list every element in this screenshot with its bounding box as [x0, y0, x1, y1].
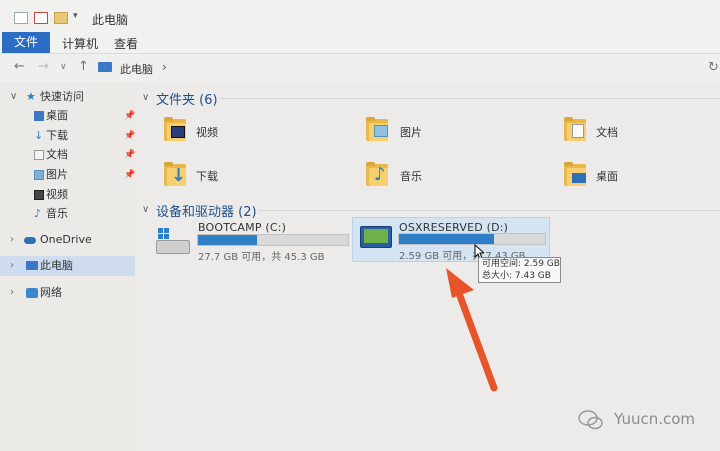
watermark-text: Yuucn.com — [614, 410, 696, 428]
desktop-folder-icon[interactable] — [564, 162, 586, 186]
folders-collapse-icon[interactable]: ∨ — [142, 92, 149, 103]
nav-downloads-label: 下载 — [46, 129, 68, 142]
nav-network-label: 网络 — [40, 286, 62, 299]
documents-folder-icon[interactable] — [564, 117, 586, 141]
chevron-right-icon[interactable]: › — [10, 256, 14, 276]
folder-label[interactable]: 下载 — [196, 168, 218, 184]
folders-divider — [220, 98, 720, 99]
drive-d-usage-bar — [398, 233, 546, 245]
desktop-icon — [34, 111, 44, 121]
drive-c-usage-bar — [197, 234, 349, 246]
customize-toolbar-icon[interactable]: ▾ — [73, 11, 78, 21]
recent-chevron-down-icon[interactable]: ∨ — [60, 60, 67, 74]
devices-divider — [258, 210, 720, 211]
nav-pictures[interactable]: 图片 📌 — [0, 165, 138, 185]
network-icon — [26, 288, 38, 298]
nav-onedrive[interactable]: › OneDrive — [0, 230, 138, 250]
tab-file[interactable]: 文件 — [2, 32, 50, 53]
chevron-right-icon[interactable]: › — [10, 230, 14, 250]
up-arrow-icon[interactable]: ↑ — [78, 60, 89, 74]
tab-computer[interactable]: 计算机 — [62, 35, 98, 52]
drive-c-name[interactable]: BOOTCAMP (C:) — [198, 221, 286, 234]
folder-label[interactable]: 桌面 — [596, 168, 618, 184]
video-icon — [34, 190, 44, 200]
window-icon[interactable] — [14, 12, 28, 24]
forward-arrow-icon[interactable]: → — [38, 60, 49, 74]
window-title: 此电脑 — [92, 13, 129, 27]
folder-label[interactable]: 文档 — [596, 124, 618, 140]
address-separator[interactable]: › — [162, 60, 167, 74]
nav-onedrive-label: OneDrive — [40, 233, 92, 246]
drive-c-free-text: 27.7 GB 可用，共 45.3 GB — [198, 252, 325, 263]
nav-videos[interactable]: 视频 — [0, 185, 138, 205]
chevron-right-icon[interactable]: › — [10, 283, 14, 303]
nav-network[interactable]: › 网络 — [0, 283, 138, 303]
star-icon: ★ — [26, 90, 36, 103]
pin-icon[interactable]: 📌 — [124, 165, 135, 185]
drive-c-usage-fill — [198, 235, 257, 245]
nav-documents-label: 文档 — [46, 148, 68, 161]
folder-label[interactable]: 音乐 — [400, 168, 422, 184]
chevron-down-icon[interactable]: ∨ — [10, 87, 17, 107]
back-arrow-icon[interactable]: ← — [14, 60, 25, 74]
removable-drive-icon[interactable] — [360, 222, 392, 250]
nav-music[interactable]: ♪ 音乐 — [0, 204, 138, 224]
folder-label[interactable]: 视频 — [196, 124, 218, 140]
ribbon-tabbar — [0, 32, 720, 54]
cloud-icon — [24, 237, 36, 244]
devices-collapse-icon[interactable]: ∨ — [142, 204, 149, 215]
document-icon — [34, 150, 44, 160]
computer-address-icon — [98, 62, 112, 72]
nav-this-pc-label: 此电脑 — [40, 259, 73, 272]
nav-downloads[interactable]: ↓ 下载 📌 — [0, 126, 138, 146]
drive-d-usage-fill — [399, 234, 494, 244]
computer-icon — [26, 261, 38, 270]
music-folder-icon[interactable]: ♪ — [366, 162, 388, 186]
downloads-folder-icon[interactable]: ↓ — [164, 162, 186, 186]
windows-drive-icon[interactable] — [154, 228, 192, 256]
nav-documents[interactable]: 文档 📌 — [0, 145, 138, 165]
nav-desktop-label: 桌面 — [46, 109, 68, 122]
nav-quick-access-label: 快速访问 — [40, 90, 84, 103]
picture-icon — [34, 170, 44, 180]
nav-videos-label: 视频 — [46, 188, 68, 201]
nav-this-pc[interactable]: › 此电脑 — [0, 256, 135, 276]
pin-icon[interactable]: 📌 — [124, 106, 135, 126]
folders-header: 文件夹 (6) — [156, 93, 218, 108]
new-folder-icon[interactable] — [54, 12, 68, 24]
annotation-arrow-icon — [446, 268, 498, 392]
nav-music-label: 音乐 — [46, 207, 68, 220]
wechat-logo-icon — [578, 410, 603, 430]
folder-label[interactable]: 图片 — [400, 124, 422, 140]
refresh-icon[interactable]: ↻ — [708, 60, 719, 75]
pictures-folder-icon[interactable] — [366, 117, 388, 141]
pin-icon[interactable]: 📌 — [124, 126, 135, 146]
nav-pictures-label: 图片 — [46, 168, 68, 181]
music-icon: ♪ — [34, 207, 42, 220]
address-path[interactable]: 此电脑 — [120, 61, 153, 77]
tab-view[interactable]: 查看 — [114, 35, 138, 52]
video-folder-icon[interactable] — [164, 117, 186, 141]
download-icon: ↓ — [34, 129, 44, 142]
pin-icon[interactable]: 📌 — [124, 145, 135, 165]
devices-header: 设备和驱动器 (2) — [156, 205, 257, 220]
properties-icon[interactable] — [34, 12, 48, 24]
nav-desktop[interactable]: 桌面 📌 — [0, 106, 138, 126]
nav-quick-access[interactable]: ∨ ★ 快速访问 — [0, 87, 138, 107]
